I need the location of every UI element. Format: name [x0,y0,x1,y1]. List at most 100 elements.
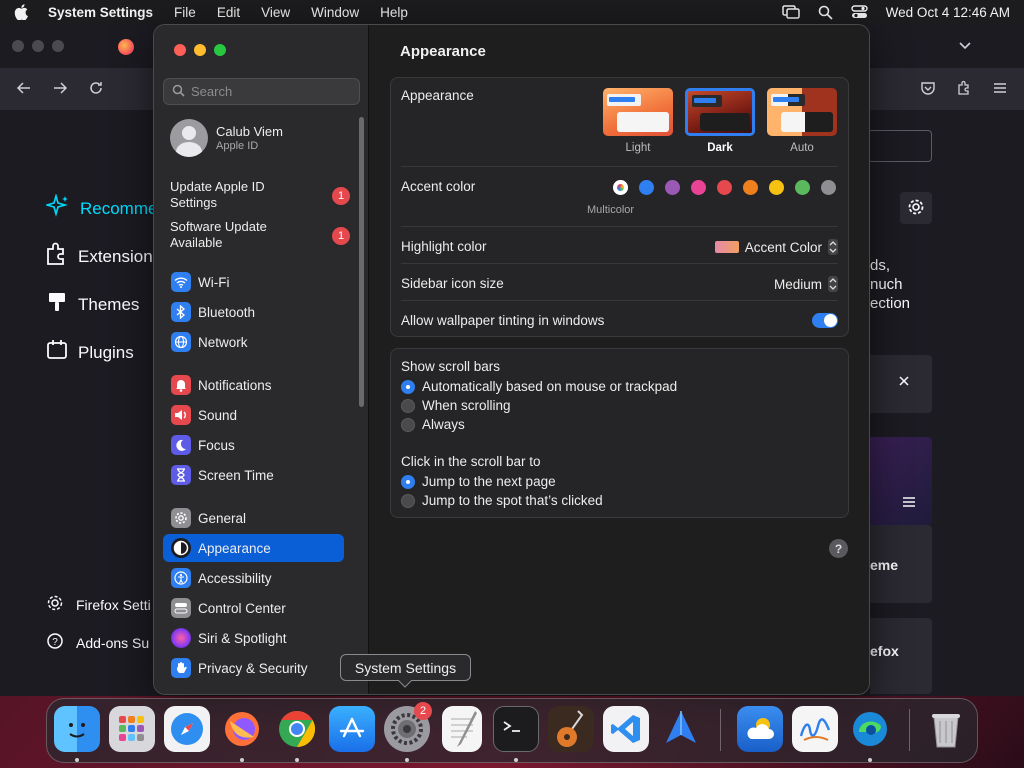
menu-view[interactable]: View [261,5,290,20]
notice-update-apple-id[interactable]: Update Apple ID Settings 1 [170,179,350,211]
ff-theme-card-image[interactable] [870,437,932,525]
moon-icon [171,435,191,455]
weather-icon[interactable] [737,706,783,752]
sidebar-item-wifi[interactable]: Wi-Fi [163,268,344,296]
sidebar-item-bluetooth[interactable]: Bluetooth [163,298,344,326]
chrome-icon[interactable] [274,706,320,752]
apple-menu-icon[interactable] [14,4,30,20]
accent-swatch[interactable] [717,180,732,195]
pocket-icon[interactable] [920,80,936,99]
apple-id-account[interactable]: Calub Viem Apple ID [170,119,283,157]
appearance-option-label: Light [625,142,651,154]
search-input[interactable] [191,84,351,99]
reload-icon[interactable] [88,80,104,99]
accent-swatch[interactable] [743,180,758,195]
menu-window[interactable]: Window [311,5,359,20]
menu-file[interactable]: File [174,5,196,20]
highlight-color-select[interactable]: Accent Color [714,239,838,255]
sidebar-scrollbar[interactable] [359,117,364,407]
sidebar-item-focus[interactable]: Focus [163,431,344,459]
safari-icon[interactable] [164,706,210,752]
ff-sidebar-themes[interactable]: Themes [46,290,139,319]
tinting-toggle[interactable] [812,313,838,328]
ff-footer-support[interactable]: ? Add-ons Su [46,632,149,653]
radio-scroll-automatic[interactable]: Automatically based on mouse or trackpad [401,379,677,394]
ff-footer-settings[interactable]: Firefox Setti [46,594,151,615]
terminal-icon[interactable] [493,706,539,752]
sidebar-search[interactable] [163,78,360,105]
ff-sidebar-plugins[interactable]: Plugins [46,338,134,367]
ff-firefox-card[interactable]: efox [870,618,932,694]
sidebar-item-siri-spotlight[interactable]: Siri & Spotlight [163,624,344,652]
menu-edit[interactable]: Edit [217,5,240,20]
minimize-button[interactable] [194,44,206,56]
accent-swatch-multicolor[interactable] [613,180,628,195]
sidebar-item-general[interactable]: General [163,504,344,532]
freeform-icon[interactable] [792,706,838,752]
accent-swatch[interactable] [665,180,680,195]
sidebar-item-accessibility[interactable]: Accessibility [163,564,344,592]
help-button[interactable]: ? [829,539,848,558]
forward-arrow-icon[interactable] [52,80,68,99]
zoom-button[interactable] [214,44,226,56]
appearance-auto-option[interactable] [767,88,837,136]
menu-help[interactable]: Help [380,5,408,20]
vscode-icon[interactable] [603,706,649,752]
addons-search-field[interactable] [868,130,932,162]
radio-scroll-always[interactable]: Always [401,417,465,432]
sidebar-item-privacy-security[interactable]: Privacy & Security [163,654,344,682]
appearance-dark-option[interactable] [685,88,755,136]
ff-theme-card[interactable]: eme [870,525,932,603]
finder-icon[interactable] [54,706,100,752]
altstore-icon[interactable] [658,706,704,752]
firefox-icon[interactable] [219,706,265,752]
app-store-icon[interactable] [329,706,375,752]
radio-label: When scrolling [422,398,511,413]
sidebar-item-control-center[interactable]: Control Center [163,594,344,622]
trash-icon[interactable] [923,706,969,752]
radio-jump-to-spot[interactable]: Jump to the spot that’s clicked [401,493,603,508]
textedit-icon[interactable] [442,706,482,752]
addons-tools-button[interactable] [900,192,932,224]
sidebar-item-screen-time[interactable]: Screen Time [163,461,344,489]
radio-label: Automatically based on mouse or trackpad [422,379,678,394]
sidebar-item-notifications[interactable]: Notifications [163,371,344,399]
screen-mirroring-icon[interactable] [781,5,800,19]
ff-close-button[interactable] [12,40,24,52]
control-center-icon[interactable] [850,5,868,19]
appearance-light-option[interactable] [603,88,673,136]
ff-zoom-button[interactable] [52,40,64,52]
accent-swatch[interactable] [639,180,654,195]
radio-scroll-when-scrolling[interactable]: When scrolling [401,398,511,413]
accent-swatch[interactable] [795,180,810,195]
menu-app-name[interactable]: System Settings [48,5,153,20]
ff-minimize-button[interactable] [32,40,44,52]
spotlight-icon[interactable] [818,5,833,20]
hamburger-menu-icon[interactable] [902,495,916,512]
accent-swatch[interactable] [821,180,836,195]
chevron-down-icon[interactable] [958,38,972,55]
edge-icon[interactable] [847,706,893,752]
sidebar-item-sound[interactable]: Sound [163,401,344,429]
garageband-icon[interactable] [548,706,594,752]
ff-sidebar-extensions[interactable]: Extensions [46,242,161,271]
sidebar-item-network[interactable]: Network [163,328,344,356]
close-button[interactable] [174,44,186,56]
launchpad-icon[interactable] [109,706,155,752]
back-arrow-icon[interactable] [16,80,32,99]
close-icon[interactable] [898,375,910,390]
icon-size-select[interactable]: Medium [774,276,838,292]
extensions-icon[interactable] [956,80,972,99]
sidebar-item-appearance[interactable]: Appearance [163,534,344,562]
accent-swatch[interactable] [769,180,784,195]
radio-button [401,379,415,394]
ff-footer-label: Add-ons Su [76,634,150,651]
firefox-tab-icon[interactable] [118,39,134,55]
dock [46,698,978,763]
radio-jump-next-page[interactable]: Jump to the next page [401,474,556,489]
accent-swatch[interactable] [691,180,706,195]
notice-software-update[interactable]: Software Update Available 1 [170,219,350,251]
menubar-clock[interactable]: Wed Oct 4 12:46 AM [886,5,1010,20]
ff-sidebar-recommendations[interactable]: Recommen [44,193,167,223]
hamburger-menu-icon[interactable] [992,80,1008,99]
